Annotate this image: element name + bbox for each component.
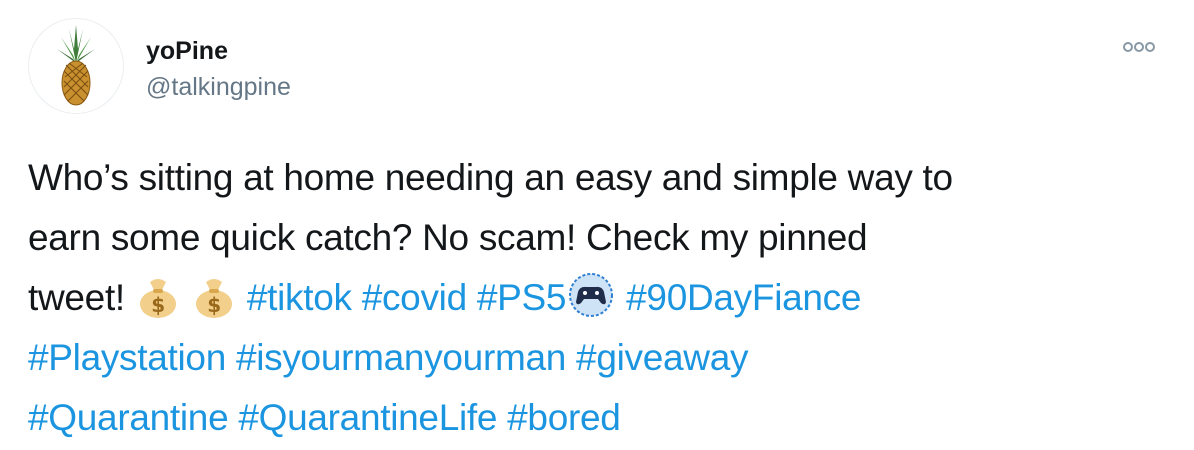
pineapple-icon [57,25,95,106]
hashtag-isyourmanyourman[interactable]: #isyourmanyourman [236,337,566,378]
hashtag-quarantinelife[interactable]: #QuarantineLife [238,397,497,438]
hashtag-quarantine[interactable]: #Quarantine [28,397,229,438]
svg-text:$: $ [207,293,221,317]
user-handle[interactable]: @talkingpine [146,74,291,100]
tweet-text-line-2: earn some quick catch? No scam! Check my… [28,217,868,258]
hashtag-tiktok[interactable]: #tiktok [247,277,352,318]
hashtag-bored[interactable]: #bored [507,397,621,438]
more-options-icon[interactable] [1122,38,1156,56]
tweet-text-line-1: Who’s sitting at home needing an easy an… [28,157,953,198]
svg-text:$: $ [151,293,165,317]
display-name[interactable]: yoPine [146,38,228,64]
money-bag-icon: $ [195,279,232,318]
money-bag-icon: $ [139,279,176,318]
hashtag-90dayfiance[interactable]: #90DayFiance [626,277,861,318]
hashtag-playstation[interactable]: #Playstation [28,337,226,378]
tweet: yoPine @talkingpine Who’s sitting at hom… [0,0,1194,450]
hashtag-giveaway[interactable]: #giveaway [576,337,748,378]
hashtag-covid[interactable]: #covid [362,277,467,318]
tweet-text-line-3: tweet! [28,277,135,318]
avatar[interactable] [28,18,124,114]
hashtag-ps5[interactable]: #PS5 [477,277,567,318]
game-controller-icon[interactable] [566,270,616,320]
tweet-text: Who’s sitting at home needing an easy an… [28,148,1168,448]
